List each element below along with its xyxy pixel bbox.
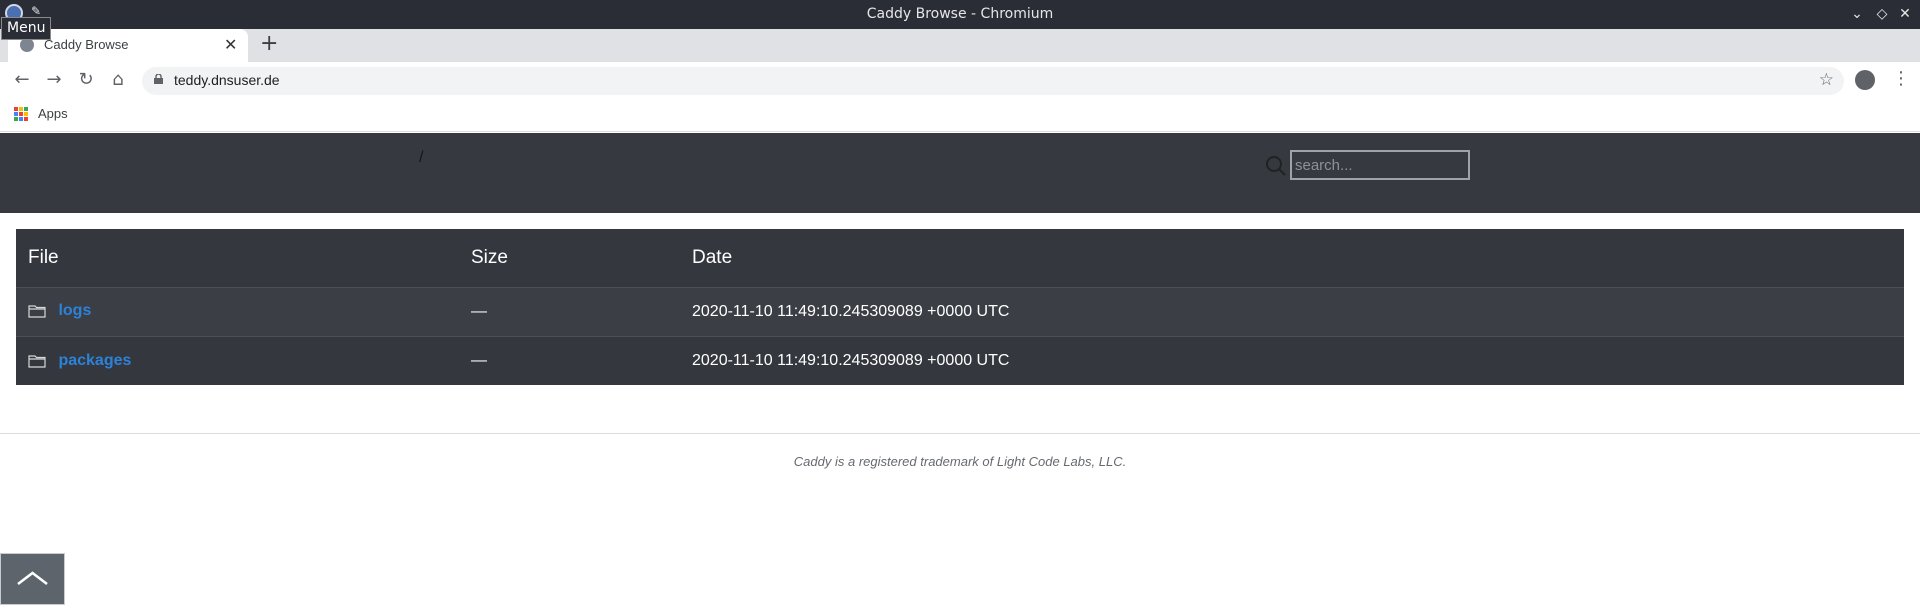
breadcrumb[interactable]: / — [419, 149, 423, 167]
apps-dot — [19, 117, 23, 121]
footer-divider — [0, 433, 1920, 434]
maximize-icon[interactable]: ◇ — [1872, 4, 1892, 24]
account-icon[interactable] — [1855, 70, 1875, 90]
folder-icon — [28, 305, 46, 318]
file-table: File Size Date logs — 2020-11-10 11:49:1… — [16, 229, 1904, 385]
apps-dot — [24, 107, 28, 111]
apps-dot — [24, 117, 28, 121]
date-cell: 2020-11-10 11:49:10.245309089 +0000 UTC — [692, 351, 1010, 369]
tab-strip: Caddy Browse ✕ + — [0, 29, 1920, 62]
browser-toolbar: ← → ↻ ⌂ teddy.dnsuser.de ☆ ⋮ — [0, 62, 1920, 99]
file-cell: logs — [16, 287, 471, 336]
bookmarks-bar: Apps — [0, 99, 1920, 132]
footer-text: Caddy is a registered trademark of Light… — [793, 454, 1127, 469]
bookmark-star-icon[interactable]: ☆ — [1819, 70, 1834, 90]
window-title: Caddy Browse - Chromium — [866, 6, 1054, 22]
column-header-date[interactable]: Date — [692, 229, 1904, 287]
size-cell: — — [471, 351, 487, 369]
table-header-row: File Size Date — [16, 229, 1904, 287]
address-bar[interactable]: teddy.dnsuser.de ☆ — [142, 67, 1844, 95]
lock-icon — [154, 74, 163, 84]
tab-title: Caddy Browse — [44, 37, 129, 52]
url-text: teddy.dnsuser.de — [174, 72, 280, 88]
globe-icon — [20, 38, 34, 52]
file-link[interactable]: logs — [58, 302, 91, 319]
chevron-up-icon — [17, 571, 48, 585]
reload-icon[interactable]: ↻ — [74, 68, 98, 92]
date-cell: 2020-11-10 11:49:10.245309089 +0000 UTC — [692, 302, 1010, 320]
new-tab-button[interactable]: + — [260, 31, 278, 56]
minimize-icon[interactable]: ⌄ — [1847, 4, 1867, 24]
bookmark-apps[interactable]: Apps — [38, 106, 68, 121]
size-cell: — — [471, 302, 487, 320]
page-header: / — [0, 133, 1920, 213]
folder-icon — [28, 355, 46, 368]
apps-dot — [19, 107, 23, 111]
apps-dot — [14, 107, 18, 111]
apps-dot — [14, 112, 18, 116]
column-header-size[interactable]: Size — [471, 229, 692, 287]
close-window-icon[interactable]: ✕ — [1895, 4, 1915, 24]
search-input[interactable] — [1290, 150, 1470, 180]
window-titlebar: ✎ Caddy Browse - Chromium ⌄ ◇ ✕ — [0, 0, 1920, 29]
apps-dot — [19, 112, 23, 116]
table-row[interactable]: packages — 2020-11-10 11:49:10.245309089… — [16, 336, 1904, 385]
file-cell: packages — [16, 336, 471, 385]
browser-menu-icon[interactable]: ⋮ — [1892, 68, 1910, 89]
tab-close-icon[interactable]: ✕ — [224, 35, 237, 54]
search-icon — [1266, 156, 1286, 176]
apps-dot — [24, 112, 28, 116]
home-icon[interactable]: ⌂ — [106, 68, 130, 92]
forward-icon[interactable]: → — [42, 68, 66, 92]
table-row[interactable]: logs — 2020-11-10 11:49:10.245309089 +00… — [16, 287, 1904, 336]
apps-grid-icon[interactable] — [14, 107, 28, 121]
apps-dot — [14, 117, 18, 121]
file-listing: File Size Date logs — 2020-11-10 11:49:1… — [16, 229, 1904, 385]
column-header-file[interactable]: File — [16, 229, 471, 287]
file-link[interactable]: packages — [58, 352, 131, 369]
back-icon[interactable]: ← — [10, 68, 34, 92]
scroll-to-top-button[interactable] — [0, 553, 65, 605]
menu-tooltip: Menu — [1, 17, 52, 40]
